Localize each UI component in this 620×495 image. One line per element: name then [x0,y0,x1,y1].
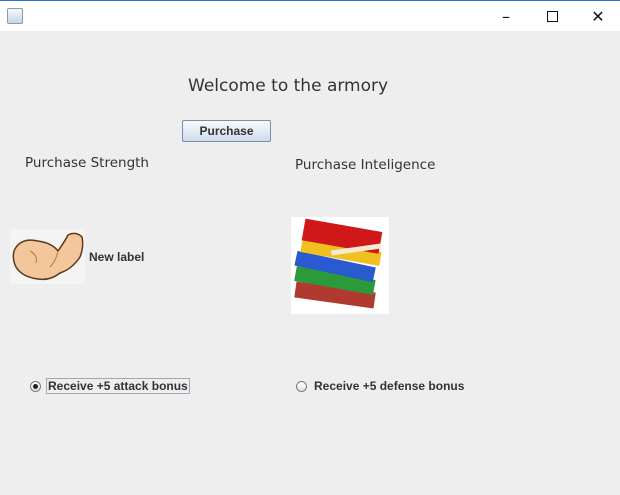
intelligence-books-image [291,217,389,314]
attack-bonus-radio[interactable]: Receive +5 attack bonus [30,378,190,394]
intelligence-heading: Purchase Inteligence [295,157,436,173]
defense-bonus-radio[interactable]: Receive +5 defense bonus [296,378,466,394]
minimize-button[interactable]: – [483,1,529,31]
strength-arm-image [10,229,85,284]
title-bar: – ✕ [0,0,620,31]
close-button[interactable]: ✕ [575,1,620,31]
strength-heading: Purchase Strength [25,155,149,171]
purchase-button[interactable]: Purchase [182,120,271,142]
maximize-icon [546,10,558,22]
minimize-icon: – [502,6,510,26]
maximize-button[interactable] [529,1,575,31]
java-app-icon [7,8,23,24]
close-icon: ✕ [591,6,605,26]
new-label: New label [89,250,145,264]
defense-bonus-label: Receive +5 defense bonus [314,379,465,393]
radio-selected-icon [30,380,41,392]
radio-unselected-icon [296,380,307,392]
attack-bonus-label: Receive +5 attack bonus [46,378,190,394]
welcome-heading: Welcome to the armory [188,76,389,96]
